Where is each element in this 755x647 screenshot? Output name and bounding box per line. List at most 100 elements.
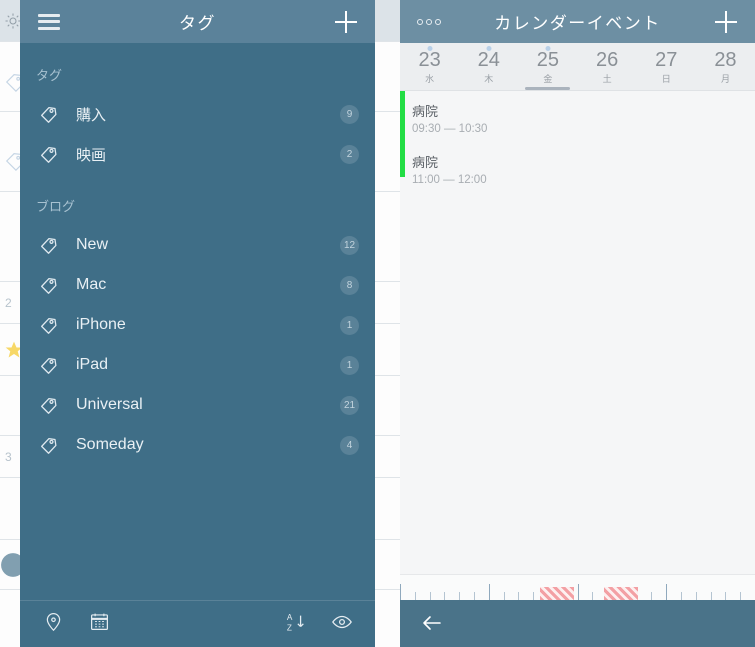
calendar-bottombar: [400, 600, 755, 647]
event-color-bar: [400, 91, 405, 177]
add-event-button[interactable]: [711, 7, 741, 37]
svg-text:A: A: [287, 613, 293, 622]
day-timeline-ruler[interactable]: [400, 574, 755, 600]
background-row-number: 2: [5, 295, 12, 310]
date-selected-indicator: [525, 87, 571, 90]
tag-count-badge: 12: [340, 235, 359, 255]
eye-icon: [331, 611, 353, 638]
event-item[interactable]: 病院 11:00 — 12:00: [400, 145, 755, 196]
event-time: 09:30 — 10:30: [412, 123, 488, 135]
date-cell-23[interactable]: 23 水: [400, 43, 459, 90]
date-cell-28[interactable]: 28 月: [696, 43, 755, 90]
add-tag-button[interactable]: [331, 7, 361, 37]
calendar-appbar: カレンダーイベント: [400, 0, 755, 43]
tag-item-label: Mac: [76, 276, 107, 293]
tag-icon: [38, 354, 60, 376]
tag-item-movie[interactable]: 映画 2: [20, 134, 375, 174]
sort-az-icon: A Z: [285, 611, 307, 638]
event-group: 病院 09:30 — 10:30 病院 11:00 — 12:00: [400, 91, 755, 196]
tag-item-iphone[interactable]: iPhone 1: [20, 305, 375, 345]
event-item[interactable]: 病院 09:30 — 10:30: [400, 99, 755, 145]
calendar-icon: [89, 611, 110, 637]
back-button[interactable]: [420, 611, 446, 637]
date-weekday: 月: [720, 73, 730, 84]
event-title: 病院: [412, 155, 439, 170]
date-weekday: 木: [484, 73, 494, 84]
tag-icon: [38, 434, 60, 456]
more-options-button[interactable]: [414, 7, 444, 37]
visibility-button[interactable]: [329, 611, 355, 637]
tag-item-label: 購入: [76, 106, 107, 124]
app-screen: 2 3 タグ タグ 購入 9 映画 2 ブログ New 12 Mac 8 iPh…: [0, 0, 755, 647]
tag-count-badge: 4: [340, 435, 359, 455]
sort-button[interactable]: A Z: [283, 611, 309, 637]
tag-icon: [38, 274, 60, 296]
date-number: 26: [595, 48, 619, 71]
background-row-number: 3: [5, 449, 12, 464]
date-number: 24: [477, 48, 500, 71]
date-weekday: 水: [425, 73, 435, 84]
tag-icon: [38, 234, 60, 256]
timeline-event-block[interactable]: [604, 587, 638, 600]
tag-item-label: New: [76, 236, 109, 253]
date-event-dot: [427, 46, 433, 51]
tag-count-badge: 1: [340, 355, 359, 375]
date-number: 23: [418, 48, 441, 71]
tag-item-mac[interactable]: Mac 8: [20, 265, 375, 305]
date-event-dot: [545, 46, 551, 51]
tag-item-someday[interactable]: Someday 4: [20, 425, 375, 465]
plus-icon: [335, 10, 357, 33]
tags-toolbar: A Z: [20, 600, 375, 647]
events-list: 病院 09:30 — 10:30 病院 11:00 — 12:00: [400, 91, 755, 574]
tag-icon: [38, 394, 60, 416]
tag-item-label: iPad: [76, 356, 109, 373]
tag-item-label: iPhone: [76, 316, 126, 333]
event-time: 11:00 — 12:00: [412, 174, 487, 186]
timeline-event-block[interactable]: [540, 587, 574, 600]
section-label-blog: ブログ: [36, 199, 76, 214]
date-cell-26[interactable]: 26 土: [578, 43, 637, 90]
tag-count-badge: 9: [340, 104, 359, 124]
tag-item-label: 映画: [76, 146, 107, 164]
tags-list: タグ 購入 9 映画 2 ブログ New 12 Mac 8 iPhone 1 i…: [20, 43, 375, 600]
hamburger-icon: [38, 13, 60, 30]
tag-icon: [38, 103, 60, 125]
tag-count-badge: 1: [340, 315, 359, 335]
section-label-tags: タグ: [36, 68, 63, 83]
location-button[interactable]: [40, 611, 66, 637]
date-weekday: 金: [543, 73, 553, 84]
date-cell-24[interactable]: 24 木: [459, 43, 518, 90]
date-cell-25[interactable]: 25 金: [518, 43, 577, 90]
plus-icon: [715, 10, 737, 33]
date-number: 25: [536, 48, 560, 71]
tags-title: タグ: [179, 14, 216, 33]
tag-count-badge: 8: [340, 275, 359, 295]
tag-item-label: Universal: [76, 396, 143, 413]
tags-drawer-panel: タグ タグ 購入 9 映画 2 ブログ New 12 Mac 8 iPhone …: [20, 0, 375, 647]
calendar-button[interactable]: [86, 611, 112, 637]
more-options-icon: [417, 18, 441, 25]
tag-count-badge: 2: [340, 144, 359, 164]
tag-item-purchase[interactable]: 購入 9: [20, 94, 375, 134]
tag-icon: [38, 314, 60, 336]
tag-count-badge: 21: [340, 395, 359, 415]
date-number: 27: [655, 48, 678, 71]
date-event-dot: [486, 46, 492, 51]
date-number: 28: [714, 48, 737, 71]
tag-icon: [38, 143, 60, 165]
svg-text:Z: Z: [287, 623, 292, 632]
tag-item-new[interactable]: New 12: [20, 225, 375, 265]
tag-item-ipad[interactable]: iPad 1: [20, 345, 375, 385]
date-strip: 23 水 24 木 25 金 26 土 27 日 28 月: [400, 43, 755, 91]
date-weekday: 日: [661, 73, 671, 84]
tag-item-universal[interactable]: Universal 21: [20, 385, 375, 425]
event-title: 病院: [412, 104, 439, 119]
hamburger-menu-button[interactable]: [34, 7, 64, 37]
tag-item-label: Someday: [76, 436, 144, 453]
calendar-title: カレンダーイベント: [494, 14, 661, 33]
location-pin-icon: [43, 611, 64, 637]
calendar-events-panel: カレンダーイベント 23 水 24 木 25 金 26 土 27 日 28 月 …: [400, 0, 755, 647]
date-cell-27[interactable]: 27 日: [637, 43, 696, 90]
date-weekday: 土: [602, 73, 612, 84]
back-arrow-icon: [420, 615, 444, 639]
